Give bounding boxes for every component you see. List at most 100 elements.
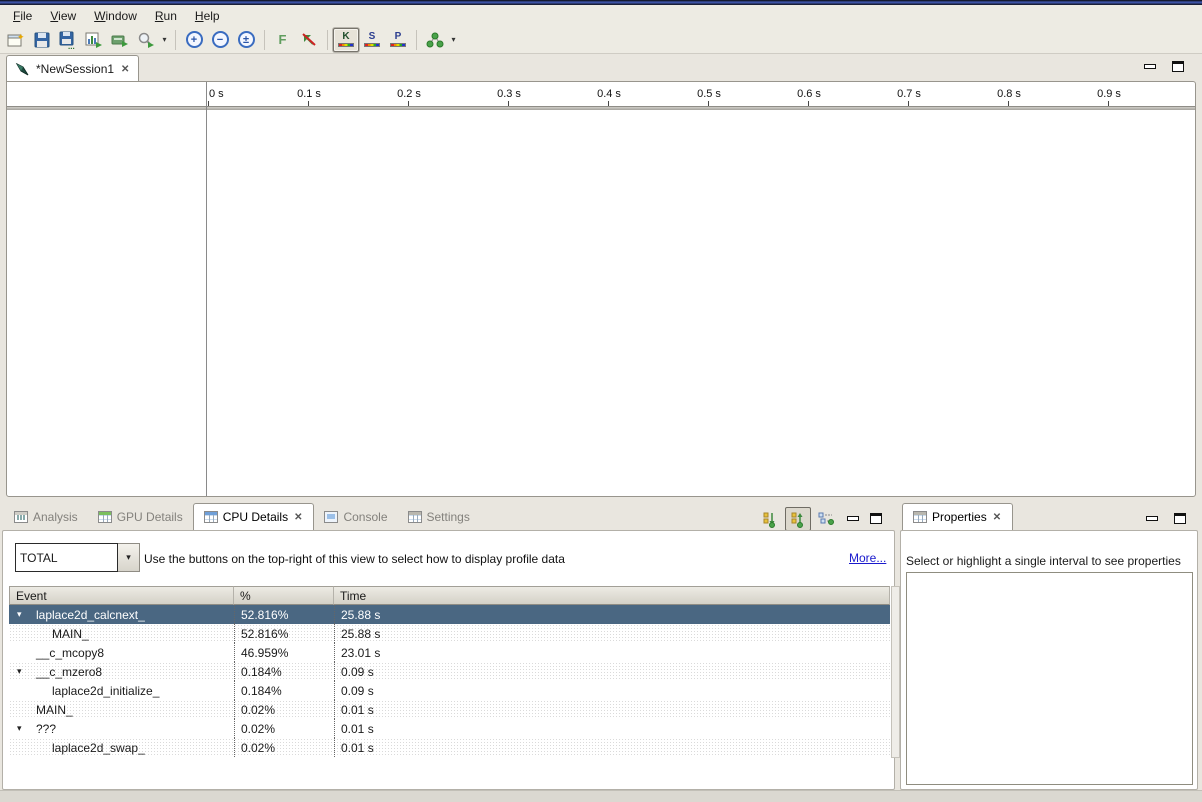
- table-row[interactable]: laplace2d_swap_ 0.02% 0.01 s: [9, 738, 890, 757]
- stream-color-icon: S: [364, 32, 380, 47]
- chevron-down-icon[interactable]: ▾: [118, 543, 140, 572]
- cpu-profile-table: Event % Time ▾laplace2d_calcnext_ 52.816…: [9, 586, 890, 757]
- event-time: 0.09 s: [334, 681, 890, 700]
- marker-f-button[interactable]: F: [270, 28, 296, 52]
- menu-window[interactable]: Window: [85, 7, 146, 25]
- expand-arrow-icon[interactable]: ▾: [17, 666, 22, 677]
- event-percent: 0.02%: [234, 719, 334, 738]
- menu-view[interactable]: View: [41, 7, 85, 25]
- minimize-icon[interactable]: [847, 516, 859, 521]
- maximize-icon[interactable]: [870, 513, 882, 524]
- event-time: 0.01 s: [334, 738, 890, 757]
- table-row[interactable]: MAIN_ 52.816% 25.88 s: [9, 624, 890, 643]
- maximize-icon[interactable]: [1174, 513, 1186, 524]
- properties-panel: Select or highlight a single interval to…: [900, 530, 1198, 790]
- kernel-color-icon: K: [338, 32, 354, 47]
- call-tree-button[interactable]: [422, 28, 448, 52]
- event-percent: 0.02%: [234, 700, 334, 719]
- menu-help[interactable]: Help: [186, 7, 229, 25]
- profile-application-button[interactable]: [81, 28, 107, 52]
- menu-bar: File View Window Run Help: [0, 5, 1202, 26]
- analysis-icon: [14, 511, 28, 523]
- maximize-icon[interactable]: [1172, 61, 1184, 72]
- column-header-percent[interactable]: %: [234, 586, 334, 605]
- toolbar-separator: [264, 30, 265, 50]
- console-icon: [324, 511, 338, 523]
- menu-run[interactable]: Run: [146, 7, 186, 25]
- new-session-icon: ✦: [7, 32, 25, 48]
- zoom-in-button[interactable]: +: [181, 28, 207, 52]
- expand-arrow-icon[interactable]: ▾: [17, 609, 22, 620]
- table-body: ▾laplace2d_calcnext_ 52.816% 25.88 s MAI…: [9, 605, 890, 757]
- kernel-letter: K: [342, 32, 349, 42]
- timeline-export-icon: [111, 32, 129, 48]
- minimize-icon[interactable]: [1144, 64, 1156, 69]
- table-row[interactable]: __c_mcopy8 46.959% 23.01 s: [9, 643, 890, 662]
- search-dropdown-caret[interactable]: ▾: [159, 28, 170, 52]
- minimize-icon[interactable]: [1146, 516, 1158, 521]
- zoom-out-button[interactable]: −: [207, 28, 233, 52]
- event-name: __c_mzero8: [36, 665, 102, 679]
- table-row[interactable]: ▾laplace2d_calcnext_ 52.816% 25.88 s: [9, 605, 890, 624]
- tab-properties-label: Properties: [932, 510, 987, 524]
- save-icon: [34, 32, 50, 48]
- tree-up-icon: [789, 510, 807, 528]
- export-timeline-button[interactable]: [107, 28, 133, 52]
- more-link[interactable]: More...: [849, 551, 886, 565]
- svg-text:...: ...: [68, 42, 75, 49]
- color-by-kernel-button[interactable]: K: [333, 28, 359, 52]
- event-name: laplace2d_initialize_: [52, 684, 159, 698]
- table-row[interactable]: ▾??? 0.02% 0.01 s: [9, 719, 890, 738]
- color-by-process-button[interactable]: P: [385, 28, 411, 52]
- column-header-time[interactable]: Time: [334, 586, 890, 605]
- zoom-reset-button[interactable]: ±: [233, 28, 259, 52]
- toolbar-separator: [327, 30, 328, 50]
- close-icon[interactable]: ✕: [992, 512, 1002, 523]
- timeline-ruler: [7, 106, 1195, 110]
- table-row[interactable]: ▾__c_mzero8 0.184% 0.09 s: [9, 662, 890, 681]
- ruler-tick-label: 0 s: [209, 88, 224, 100]
- thread-selector-value[interactable]: TOTAL: [15, 543, 118, 572]
- tab-analysis[interactable]: Analysis: [4, 503, 88, 530]
- event-time: 0.01 s: [334, 719, 890, 738]
- new-session-button[interactable]: ✦: [3, 28, 29, 52]
- marker-disabled-button[interactable]: [296, 28, 322, 52]
- properties-icon: [913, 511, 927, 523]
- flat-view-button[interactable]: [813, 507, 839, 531]
- table-scrollbar[interactable]: [891, 586, 900, 758]
- save-as-button[interactable]: ...: [55, 28, 81, 52]
- process-letter: P: [395, 32, 402, 42]
- ruler-tick-label: 0.6 s: [797, 88, 821, 100]
- stream-color-strip: [364, 43, 380, 47]
- close-icon[interactable]: ✕: [120, 64, 130, 75]
- tab-properties[interactable]: Properties ✕: [902, 503, 1013, 530]
- tab-cpu-details[interactable]: CPU Details ✕: [193, 503, 315, 530]
- tab-console[interactable]: Console: [314, 503, 397, 530]
- profile-chart-icon: [85, 32, 103, 48]
- timeline-name-column-divider[interactable]: [206, 82, 207, 496]
- search-icon: [137, 32, 155, 48]
- callers-view-button[interactable]: [757, 507, 783, 531]
- timeline-view[interactable]: 0 s 0.1 s 0.2 s 0.3 s 0.4 s 0.5 s 0.6 s …: [6, 81, 1196, 497]
- thread-selector-combo[interactable]: TOTAL ▾: [15, 543, 140, 572]
- ruler-tick-label: 0.4 s: [597, 88, 621, 100]
- tab-settings[interactable]: Settings: [398, 503, 480, 530]
- table-row[interactable]: MAIN_ 0.02% 0.01 s: [9, 700, 890, 719]
- column-header-event[interactable]: Event: [9, 586, 234, 605]
- menu-file[interactable]: File: [4, 7, 41, 25]
- session-tab[interactable]: *NewSession1 ✕: [6, 55, 139, 82]
- cpu-details-hint: Use the buttons on the top-right of this…: [144, 552, 565, 566]
- save-button[interactable]: [29, 28, 55, 52]
- callees-view-button[interactable]: [785, 507, 811, 531]
- color-by-stream-button[interactable]: S: [359, 28, 385, 52]
- event-name: MAIN_: [52, 627, 89, 641]
- table-row[interactable]: laplace2d_initialize_ 0.184% 0.09 s: [9, 681, 890, 700]
- close-icon[interactable]: ✕: [293, 512, 303, 523]
- event-name: MAIN_: [36, 703, 73, 717]
- gpu-details-icon: [98, 511, 112, 523]
- call-tree-dropdown-caret[interactable]: ▾: [448, 28, 459, 52]
- ruler-tick-label: 0.8 s: [997, 88, 1021, 100]
- tab-gpu-details[interactable]: GPU Details: [88, 503, 193, 530]
- expand-arrow-icon[interactable]: ▾: [17, 723, 22, 734]
- search-button[interactable]: [133, 28, 159, 52]
